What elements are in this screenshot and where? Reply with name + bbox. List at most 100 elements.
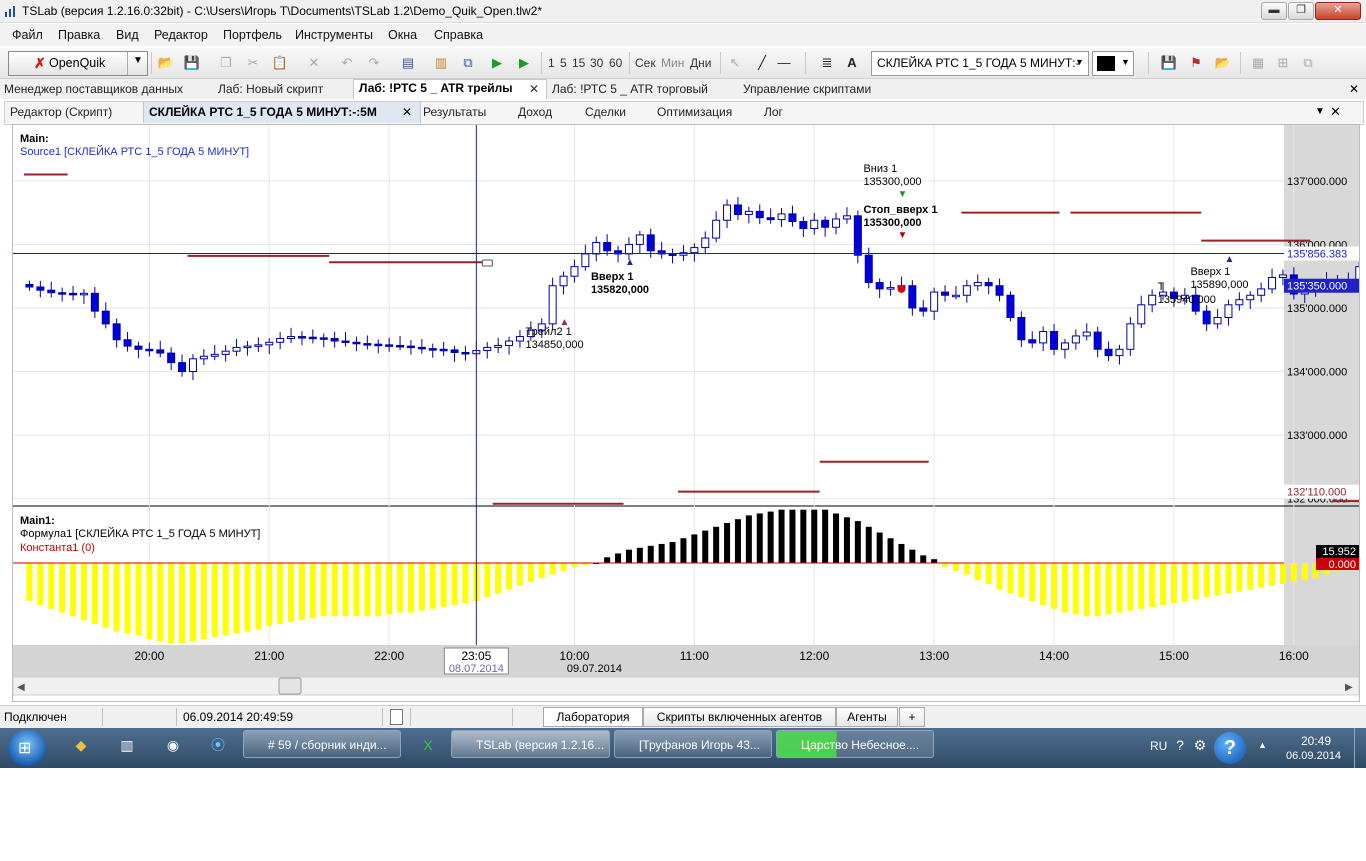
open-gray-icon[interactable]: 📂	[1213, 53, 1233, 73]
tab-script-editor[interactable]: Редактор (Скрипт)	[10, 105, 112, 119]
delete-icon[interactable]: ✕	[304, 53, 324, 73]
tab-script-management[interactable]: Управление скриптами	[743, 80, 871, 98]
app-quick-icon[interactable]: ⦿	[208, 735, 228, 755]
zero-value: 0.000	[1328, 559, 1356, 571]
tab-agent-scripts[interactable]: Скрипты включенных агентов	[643, 707, 836, 727]
menu-edit[interactable]: Правка	[58, 28, 100, 42]
close-icon[interactable]: ✕	[529, 82, 539, 96]
close-icon[interactable]: ✕	[402, 105, 412, 119]
histogram-bar	[527, 563, 534, 583]
list-icon[interactable]: ≣	[817, 53, 837, 73]
tab-data-providers[interactable]: Менеджер поставщиков данных	[4, 80, 183, 98]
chevron-up-icon[interactable]: ▲	[1258, 740, 1267, 750]
start-button[interactable]: ⊞	[8, 730, 46, 766]
tab-income[interactable]: Доход	[518, 105, 552, 119]
menu-help[interactable]: Справка	[434, 28, 483, 42]
settings-tray-icon[interactable]: ⚙	[1190, 735, 1210, 755]
task-kingdom[interactable]: Царство Небесное....	[776, 730, 934, 758]
timeframe-5[interactable]: 5	[560, 56, 567, 70]
tab-series-chart[interactable]: СКЛЕЙКА РТС 1_5 ГОДА 5 МИНУТ:-:5M ✕	[143, 102, 421, 123]
chevron-down-icon[interactable]: ▼	[1315, 106, 1325, 117]
help-tray-icon[interactable]: ?	[1170, 735, 1190, 755]
task-trufanov[interactable]: [Труфанов Игорь 43...	[614, 730, 772, 758]
tslab-quick-icon[interactable]: ▥	[117, 735, 137, 755]
properties-icon[interactable]: ▤	[398, 53, 418, 73]
open-folder-icon[interactable]: 📂	[156, 53, 176, 73]
scrollbar-thumb[interactable]	[278, 677, 302, 695]
candle	[603, 242, 612, 252]
tab-new-script[interactable]: Лаб: Новый скрипт	[218, 80, 323, 98]
flag-icon[interactable]: ⚑	[1186, 53, 1206, 73]
menu-editor[interactable]: Редактор	[154, 28, 208, 42]
task-tslab[interactable]: TSLab (версия 1.2.16...	[451, 730, 610, 758]
chart-panel[interactable]: 137'000.000 136'000.000 135'000.000 134'000…	[12, 124, 1366, 702]
menu-view[interactable]: Вид	[116, 28, 139, 42]
bar-chart-icon[interactable]: ▥	[431, 53, 451, 73]
minimize-button[interactable]: ▬	[1261, 2, 1287, 20]
timeframe-60[interactable]: 60	[609, 56, 622, 70]
network-icon[interactable]: ⧉	[458, 53, 478, 73]
close-icon[interactable]: ✕	[1330, 104, 1341, 120]
step-play-icon[interactable]: ▶	[514, 53, 534, 73]
tab-results[interactable]: Результаты	[423, 105, 486, 119]
tab-agents[interactable]: Агенты	[836, 707, 898, 727]
close-icon[interactable]: ✕	[1349, 82, 1359, 96]
menu-windows[interactable]: Окна	[388, 28, 417, 42]
openquik-button[interactable]: ✗ OpenQuik ▼	[8, 51, 148, 76]
scroll-left-icon[interactable]: ◀	[17, 682, 25, 693]
timeframe-15[interactable]: 15	[572, 56, 585, 70]
unit-seconds[interactable]: Сек	[635, 56, 656, 70]
chat-quick-icon[interactable]: ◉	[163, 735, 183, 755]
redo-icon[interactable]: ↷	[364, 53, 384, 73]
cut-icon[interactable]: ✂	[243, 53, 263, 73]
tab-trades[interactable]: Сделки	[585, 105, 626, 119]
tab-laboratory[interactable]: Лаборатория	[543, 707, 643, 727]
help-center-icon[interactable]: ?	[1214, 732, 1246, 764]
tab-optimization[interactable]: Оптимизация	[657, 105, 732, 119]
menu-file[interactable]: Файл	[12, 28, 43, 42]
color-select[interactable]: ▼	[1092, 51, 1134, 76]
language-indicator[interactable]: RU	[1150, 739, 1167, 753]
line-tool-icon[interactable]: ╱	[752, 53, 772, 73]
split-icon[interactable]: ⊞	[1273, 53, 1293, 73]
scroll-right-icon[interactable]: ▶	[1345, 682, 1353, 693]
candle	[1028, 339, 1037, 344]
timeframe-30[interactable]: 30	[590, 56, 603, 70]
excel-quick-icon[interactable]: X	[418, 735, 438, 755]
menu-portfolio[interactable]: Портфель	[223, 28, 282, 42]
undo-icon[interactable]: ↶	[337, 53, 357, 73]
task-forum[interactable]: # 59 / сборник инди...	[243, 730, 401, 758]
show-desktop-button[interactable]	[1354, 728, 1366, 768]
tab-rts-atr-trading[interactable]: Лаб: !РТС 5 _ ATR торговый	[552, 80, 708, 98]
add-tab-button[interactable]: +	[899, 707, 925, 727]
unit-minutes[interactable]: Мин	[661, 56, 684, 70]
text-tool-icon[interactable]: A	[842, 53, 862, 73]
candle	[265, 341, 274, 346]
histogram-bar	[146, 563, 153, 640]
chevron-down-icon[interactable]: ▼	[133, 55, 143, 66]
play-icon[interactable]: ▶	[487, 53, 507, 73]
save-icon[interactable]: 💾	[182, 53, 202, 73]
tab-rts-atr-trails[interactable]: Лаб: !РТС 5 _ ATR трейлы ✕	[353, 79, 547, 99]
quick-launch-icon[interactable]: ◆	[71, 735, 91, 755]
horizontal-scrollbar[interactable]	[12, 676, 1360, 696]
price-chart[interactable]: 137'000.000136'000.000135'000.000134'000…	[12, 125, 1366, 701]
layout-icon[interactable]: ▦	[1248, 53, 1268, 73]
clock-date[interactable]: 06.09.2014	[1286, 750, 1341, 762]
unit-days[interactable]: Дни	[690, 56, 711, 70]
candle	[112, 323, 121, 341]
menu-tools[interactable]: Инструменты	[295, 28, 373, 42]
timeframe-1[interactable]: 1	[548, 56, 555, 70]
maximize-button[interactable]: ❐	[1288, 2, 1314, 20]
copy-icon[interactable]: ❐	[216, 53, 236, 73]
series-select[interactable]: СКЛЕЙКА РТС 1_5 ГОДА 5 МИНУТ:- ▼	[871, 51, 1089, 76]
cursor-icon[interactable]: ↖	[725, 53, 745, 73]
close-button[interactable]: ✕	[1315, 2, 1361, 20]
tab-log[interactable]: Лог	[764, 105, 783, 119]
clock-time[interactable]: 20:49	[1301, 734, 1331, 748]
save-gray-icon[interactable]: 💾	[1159, 53, 1179, 73]
paste-icon[interactable]: 📋	[270, 53, 290, 73]
hline-tool-icon[interactable]: —	[774, 53, 794, 73]
window-icon[interactable]: ⧉	[1298, 53, 1318, 73]
candle	[635, 234, 644, 245]
